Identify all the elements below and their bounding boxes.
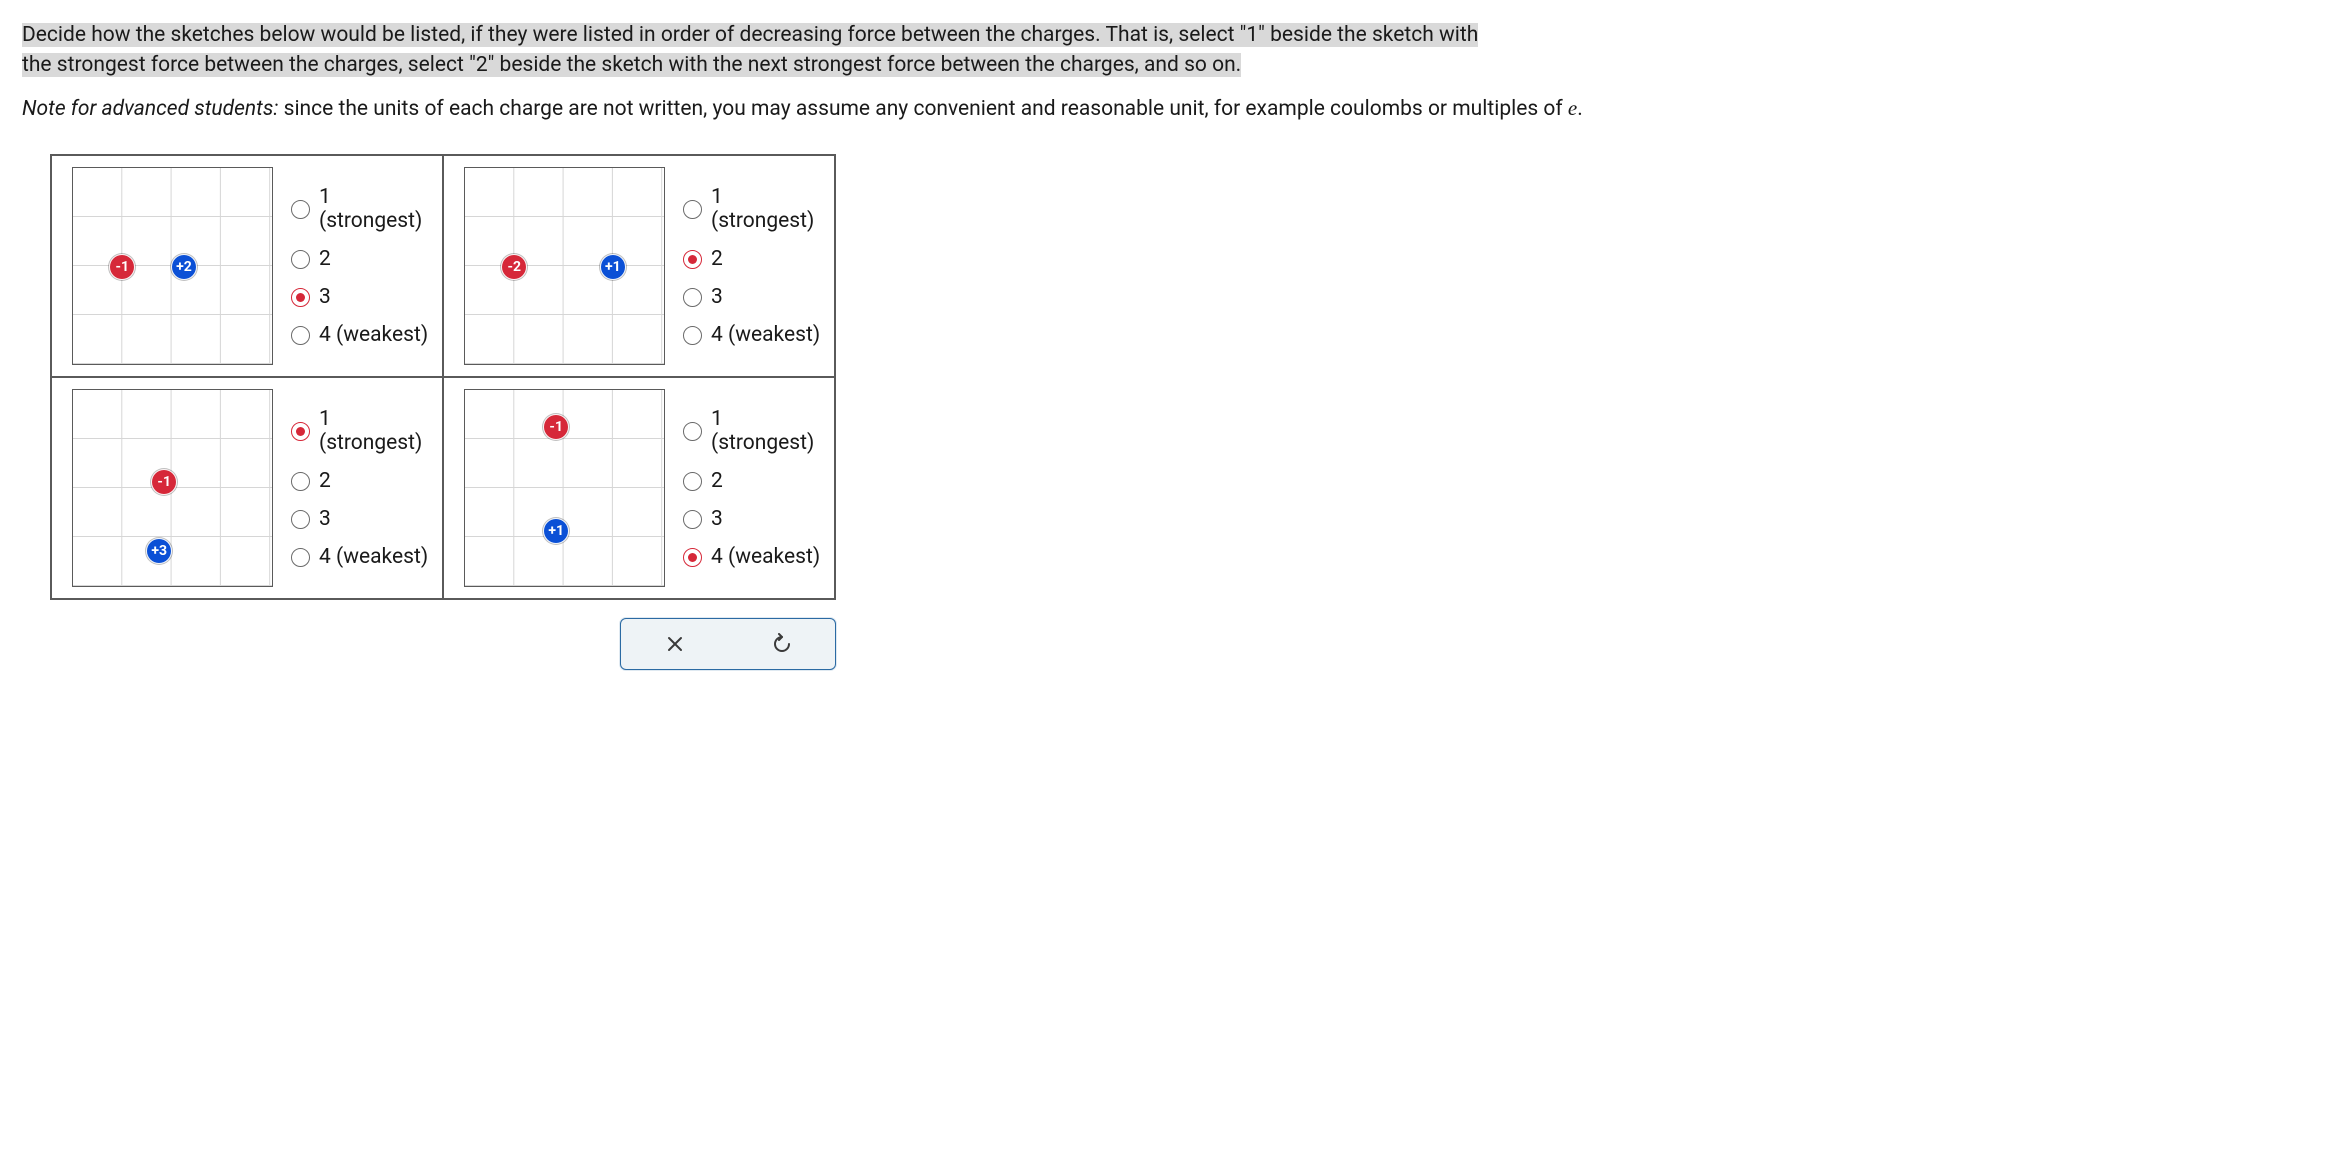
rank-option[interactable]: 4 (weakest) [683, 545, 824, 569]
instruction-line-2: the strongest force between the charges,… [22, 53, 1241, 77]
radio-button[interactable] [291, 510, 310, 529]
sketch-cell: -1 +3 1 (strongest) 2 3 4 (weakest) [51, 377, 443, 599]
radio-button[interactable] [291, 326, 310, 345]
sketch-cell: -1 +1 1 (strongest) 2 3 4 (weakest) [443, 377, 835, 599]
radio-button[interactable] [683, 422, 702, 441]
instruction-line-1: Decide how the sketches below would be l… [22, 23, 1478, 47]
rank-option-label: 1 (strongest) [711, 185, 824, 233]
positive-charge: +1 [543, 518, 569, 544]
rank-option[interactable]: 4 (weakest) [683, 323, 824, 347]
grid-row: -1 +2 1 (strongest) 2 3 4 (weakest) -2 +1 1 (str… [51, 155, 835, 377]
radio-button[interactable] [683, 510, 702, 529]
negative-charge: -1 [151, 469, 177, 495]
rank-option[interactable]: 2 [683, 469, 824, 493]
rank-options: 1 (strongest) 2 3 4 (weakest) [683, 407, 824, 569]
charge-sketch: -1 +3 [72, 389, 273, 587]
negative-charge: -1 [109, 254, 135, 280]
rank-option-label: 3 [711, 285, 723, 309]
rank-option[interactable]: 1 (strongest) [291, 185, 432, 233]
rank-option-label: 4 (weakest) [319, 545, 428, 569]
rank-options: 1 (strongest) 2 3 4 (weakest) [291, 185, 432, 347]
rank-option-label: 1 (strongest) [319, 407, 432, 455]
instructions-text: Decide how the sketches below would be l… [22, 20, 2322, 81]
rank-option[interactable]: 3 [683, 507, 824, 531]
close-icon [666, 635, 684, 653]
sketch-cell: -1 +2 1 (strongest) 2 3 4 (weakest) [51, 155, 443, 377]
rank-option[interactable]: 2 [683, 247, 824, 271]
sketch-grid: -1 +2 1 (strongest) 2 3 4 (weakest) -2 +1 1 (str… [50, 154, 836, 600]
note-text: Note for advanced students: since the un… [22, 93, 2322, 124]
charge-sketch: -1 +2 [72, 167, 273, 365]
rank-option-label: 4 (weakest) [319, 323, 428, 347]
rank-option-label: 2 [319, 247, 331, 271]
positive-charge: +1 [600, 254, 626, 280]
rank-options: 1 (strongest) 2 3 4 (weakest) [291, 407, 432, 569]
radio-button[interactable] [291, 422, 310, 441]
note-body-a: since the units of each charge are not w… [278, 97, 1568, 121]
note-prefix: Note for advanced students: [22, 97, 278, 121]
radio-button[interactable] [683, 472, 702, 491]
rank-options: 1 (strongest) 2 3 4 (weakest) [683, 185, 824, 347]
reset-icon [771, 633, 793, 655]
rank-option-label: 2 [711, 247, 723, 271]
action-bar [620, 618, 836, 670]
rank-option-label: 3 [711, 507, 723, 531]
radio-button[interactable] [291, 250, 310, 269]
grid-row: -1 +3 1 (strongest) 2 3 4 (weakest) -1 +1 1 (str… [51, 377, 835, 599]
rank-option[interactable]: 3 [291, 507, 432, 531]
rank-option[interactable]: 2 [291, 469, 432, 493]
radio-button[interactable] [291, 288, 310, 307]
radio-button[interactable] [683, 200, 702, 219]
negative-charge: -1 [543, 414, 569, 440]
rank-option[interactable]: 4 (weakest) [291, 545, 432, 569]
rank-option-label: 4 (weakest) [711, 545, 820, 569]
rank-option[interactable]: 1 (strongest) [683, 185, 824, 233]
charge-sketch: -2 +1 [464, 167, 665, 365]
rank-option[interactable]: 4 (weakest) [291, 323, 432, 347]
rank-option-label: 3 [319, 507, 331, 531]
radio-button[interactable] [683, 250, 702, 269]
radio-button[interactable] [291, 200, 310, 219]
rank-option[interactable]: 3 [683, 285, 824, 309]
rank-option[interactable]: 1 (strongest) [683, 407, 824, 455]
rank-option[interactable]: 2 [291, 247, 432, 271]
radio-button[interactable] [683, 548, 702, 567]
charge-sketch: -1 +1 [464, 389, 665, 587]
radio-button[interactable] [291, 472, 310, 491]
reset-button[interactable] [762, 624, 802, 664]
sketch-cell: -2 +1 1 (strongest) 2 3 4 (weakest) [443, 155, 835, 377]
positive-charge: +3 [146, 538, 172, 564]
rank-option[interactable]: 3 [291, 285, 432, 309]
rank-option-label: 3 [319, 285, 331, 309]
radio-button[interactable] [683, 288, 702, 307]
note-e: e [1568, 96, 1577, 120]
close-button[interactable] [655, 624, 695, 664]
positive-charge: +2 [171, 254, 197, 280]
rank-option-label: 2 [319, 469, 331, 493]
rank-option-label: 1 (strongest) [711, 407, 824, 455]
radio-button[interactable] [291, 548, 310, 567]
radio-button[interactable] [683, 326, 702, 345]
rank-option[interactable]: 1 (strongest) [291, 407, 432, 455]
negative-charge: -2 [501, 254, 527, 280]
note-body-b: . [1577, 97, 1583, 121]
rank-option-label: 4 (weakest) [711, 323, 820, 347]
rank-option-label: 2 [711, 469, 723, 493]
rank-option-label: 1 (strongest) [319, 185, 432, 233]
